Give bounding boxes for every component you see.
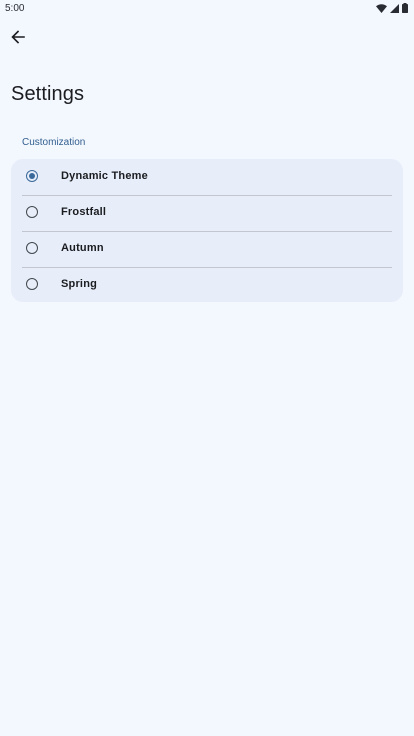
theme-options-card: Dynamic Theme Frostfall Autumn Spring bbox=[11, 159, 403, 302]
radio-button[interactable] bbox=[26, 278, 38, 290]
status-bar: 5:00 bbox=[0, 0, 414, 18]
option-label: Autumn bbox=[61, 242, 104, 254]
battery-icon bbox=[402, 3, 408, 13]
status-icons bbox=[376, 3, 408, 13]
wifi-icon bbox=[376, 3, 387, 13]
radio-button-selected[interactable] bbox=[26, 170, 38, 182]
status-time: 5:00 bbox=[5, 3, 25, 14]
option-frostfall[interactable]: Frostfall bbox=[11, 195, 403, 231]
settings-screen: 5:00 Settings Customization Dynamic Them… bbox=[0, 0, 414, 736]
cell-signal-icon bbox=[390, 3, 399, 13]
option-dynamic-theme[interactable]: Dynamic Theme bbox=[11, 159, 403, 195]
page-title: Settings bbox=[11, 83, 85, 105]
option-spring[interactable]: Spring bbox=[11, 267, 403, 302]
radio-button[interactable] bbox=[26, 206, 38, 218]
option-autumn[interactable]: Autumn bbox=[11, 231, 403, 267]
option-label: Dynamic Theme bbox=[61, 170, 148, 182]
radio-button[interactable] bbox=[26, 242, 38, 254]
back-button[interactable] bbox=[6, 27, 30, 51]
section-header-customization: Customization bbox=[22, 137, 86, 148]
option-label: Frostfall bbox=[61, 206, 107, 218]
arrow-back-icon bbox=[11, 29, 25, 49]
option-label: Spring bbox=[61, 278, 98, 290]
